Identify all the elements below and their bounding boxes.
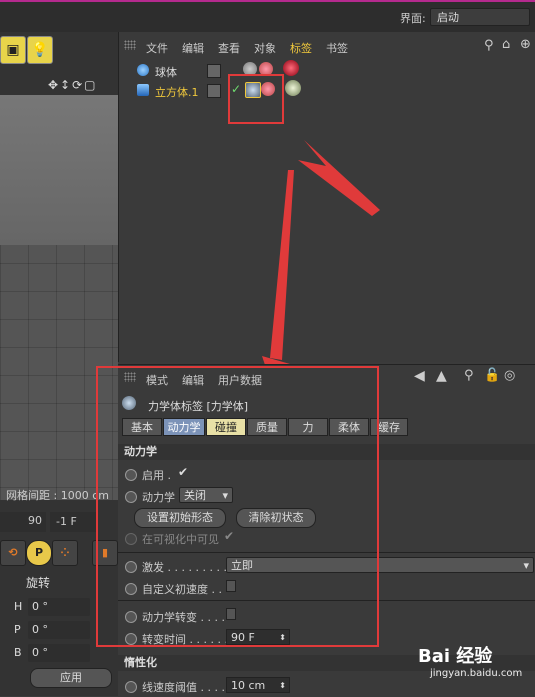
frame-field[interactable]: -1 F	[50, 512, 96, 532]
up-arrow-icon[interactable]: ▲	[436, 368, 447, 384]
annotation-arrows	[262, 140, 380, 386]
frame-value[interactable]: 90	[0, 512, 46, 532]
stepper-icon[interactable]: ⬍	[279, 678, 286, 694]
loop-icon[interactable]: ⟲	[0, 540, 26, 566]
keyframe-dots-icon[interactable]: ⁘	[52, 540, 78, 566]
object-row-cube[interactable]: 立方体.1 ✓	[125, 80, 535, 100]
linear-threshold-radio[interactable]	[125, 681, 137, 693]
red-material-icon[interactable]	[283, 60, 299, 76]
camera-icon[interactable]: ▣	[0, 36, 26, 64]
h-label: H	[14, 600, 23, 613]
linear-threshold-value: 10 cm	[231, 679, 266, 692]
menu-edit[interactable]: 编辑	[182, 40, 204, 56]
chevron-down-icon: ▾	[523, 559, 529, 572]
b-input[interactable]: 0 °	[28, 644, 90, 662]
arrow-down-shaft	[270, 170, 294, 360]
rotation-label: 旋转	[26, 576, 51, 590]
menu-file[interactable]: 文件	[146, 40, 168, 56]
menu-bookmarks[interactable]: 书签	[326, 40, 348, 56]
visibility-toggle[interactable]	[207, 84, 221, 98]
object-name: 立方体.1	[155, 86, 199, 99]
p-record-button[interactable]: P	[26, 540, 52, 566]
layout-dropdown[interactable]: 启动	[430, 8, 530, 26]
menu-objects[interactable]: 对象	[254, 40, 276, 56]
search-icon[interactable]: ⚲	[484, 38, 494, 53]
lock-icon[interactable]: 🔓	[484, 368, 500, 383]
menu-tags[interactable]: 标签	[290, 40, 312, 56]
layout-label: 界面:	[400, 12, 426, 25]
p-input[interactable]: 0 °	[28, 621, 90, 639]
linear-threshold-label: 线速度阈值 . . . .	[142, 681, 225, 694]
cube-icon	[137, 84, 149, 96]
watermark-url: jingyan.baidu.com	[430, 668, 523, 679]
menu-view[interactable]: 查看	[218, 40, 240, 56]
green-material-icon[interactable]	[285, 80, 301, 96]
search-icon[interactable]: ⚲	[464, 368, 474, 383]
object-name: 球体	[155, 66, 177, 79]
arrow-up-left	[298, 140, 380, 216]
sphere-icon	[137, 64, 149, 76]
annotation-box-tag	[228, 74, 284, 124]
lightbulb-icon[interactable]: 💡	[27, 36, 53, 64]
home-icon[interactable]: ⌂	[502, 37, 510, 52]
linear-threshold-input[interactable]: 10 cm ⬍	[226, 677, 290, 693]
object-row-sphere[interactable]: 球体	[125, 60, 535, 80]
p-label: P	[14, 623, 21, 636]
annotation-box-attributes	[96, 366, 379, 647]
grip-icon[interactable]	[124, 40, 136, 50]
settings-icon[interactable]: ◎	[504, 368, 515, 383]
grid-spacing-label: 网格间距 : 1000 cm	[6, 489, 109, 502]
layout-bar: 界面: 启动	[0, 2, 535, 32]
h-input[interactable]: 0 °	[28, 598, 90, 616]
back-arrow-icon[interactable]: ◀	[414, 368, 425, 384]
apply-button[interactable]: 应用	[30, 668, 112, 688]
cube-face	[0, 95, 118, 245]
watermark-brand: Bai 经验	[418, 646, 493, 667]
viewport-nav-icons[interactable]: ✥↕⟳▢	[48, 78, 98, 92]
viewport-toolbar: ▣ 💡	[0, 36, 56, 64]
b-label: B	[14, 646, 22, 659]
add-icon[interactable]: ⊕	[520, 37, 531, 52]
object-manager-menu: 文件 编辑 查看 对象 标签 书签 ⚲ ⌂ ⊕	[118, 36, 535, 56]
visibility-toggle[interactable]	[207, 64, 221, 78]
